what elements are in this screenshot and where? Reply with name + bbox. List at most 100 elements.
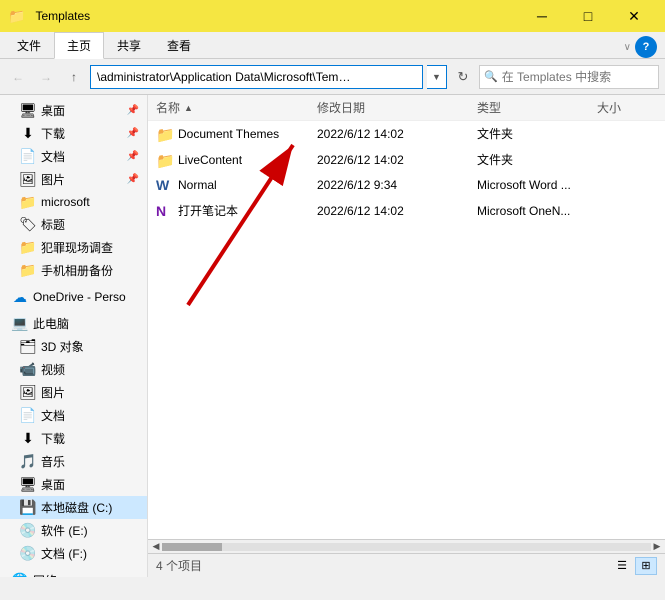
sidebar-item-pics[interactable]: 🖼 图片 📌 (0, 168, 147, 191)
refresh-button[interactable]: ↻ (451, 65, 475, 89)
col-size[interactable]: 大小 (597, 99, 657, 116)
column-headers: 名称 ▲ 修改日期 类型 大小 (148, 95, 665, 121)
folder-icon-0: 📁 (156, 126, 172, 142)
desk2-icon: 🖥 (20, 477, 36, 493)
file-item-1[interactable]: 📁 LiveContent 2022/6/12 14:02 文件夹 (148, 147, 665, 173)
folder-icon-1: 📁 (156, 152, 172, 168)
status-bar: 4 个项目 ☰ ⊞ (148, 553, 665, 577)
forward-button[interactable]: → (34, 65, 58, 89)
content-area: 名称 ▲ 修改日期 类型 大小 📁 Doc (148, 95, 665, 539)
onedrive-icon: ☁ (12, 289, 28, 305)
sidebar-item-phone[interactable]: 📁 手机相册备份 (0, 259, 147, 282)
col-type[interactable]: 类型 (477, 99, 597, 116)
main-area: 🖥 桌面 📌 ⬇ 下载 📌 📄 文档 📌 🖼 图片 📌 📁 microsoft … (0, 95, 665, 577)
sidebar-item-desk2[interactable]: 🖥 桌面 (0, 473, 147, 496)
sidebar-item-pic2[interactable]: 🖼 图片 (0, 381, 147, 404)
sidebar-item-dl2[interactable]: ⬇ 下载 (0, 427, 147, 450)
tab-file[interactable]: 文件 (4, 32, 54, 58)
sidebar-item-network[interactable]: 🌐 网络 (0, 569, 147, 577)
search-icon: 🔍 (484, 70, 498, 83)
sidebar-item-crime[interactable]: 📁 犯罪现场调查 (0, 236, 147, 259)
driveF-icon: 💿 (20, 546, 36, 562)
ribbon-tabs: 文件 主页 共享 查看 ∨ ? (0, 32, 665, 58)
doc2-icon: 📄 (20, 408, 36, 424)
ribbon: 文件 主页 共享 查看 ∨ ? (0, 32, 665, 59)
word-icon: W (156, 177, 172, 193)
dl2-icon: ⬇ (20, 431, 36, 447)
sidebar: 🖥 桌面 📌 ⬇ 下载 📌 📄 文档 📌 🖼 图片 📌 📁 microsoft … (0, 95, 148, 577)
pic2-icon: 🖼 (20, 385, 36, 401)
address-bar: ← → ↑ \administrator\Application Data\Mi… (0, 59, 665, 95)
folder-ms-icon: 📁 (20, 194, 36, 210)
large-icon-view-button[interactable]: ⊞ (635, 557, 657, 575)
maximize-button[interactable]: □ (565, 0, 611, 32)
title-buttons: ─ □ ✕ (519, 0, 657, 32)
pin-icon-dl: 📌 (127, 128, 139, 139)
address-path: \administrator\Application Data\Microsof… (97, 70, 357, 84)
tab-view[interactable]: 查看 (154, 32, 204, 58)
sidebar-item-doc2[interactable]: 📄 文档 (0, 404, 147, 427)
driveC-icon: 💾 (20, 500, 36, 516)
sidebar-item-3d[interactable]: 🗂 3D 对象 (0, 335, 147, 358)
sidebar-item-driveE[interactable]: 💿 软件 (E:) (0, 519, 147, 542)
sidebar-item-desktop[interactable]: 🖥 桌面 📌 (0, 99, 147, 122)
driveE-icon: 💿 (20, 523, 36, 539)
title-bar-controls: 📁 (8, 8, 25, 25)
details-view-button[interactable]: ☰ (611, 557, 633, 575)
window-title: Templates (31, 9, 513, 23)
horizontal-scrollbar[interactable]: ◀ ▶ (148, 539, 665, 553)
pin-icon-pics: 📌 (127, 174, 139, 185)
sidebar-item-onedrive[interactable]: ☁ OneDrive - Perso (0, 286, 147, 308)
sidebar-item-download[interactable]: ⬇ 下载 📌 (0, 122, 147, 145)
col-date[interactable]: 修改日期 (317, 99, 477, 116)
tag-icon: 🏷 (20, 217, 36, 233)
content-wrapper: 名称 ▲ 修改日期 类型 大小 📁 Doc (148, 95, 665, 577)
back-button[interactable]: ← (6, 65, 30, 89)
sidebar-item-driveC[interactable]: 💾 本地磁盘 (C:) (0, 496, 147, 519)
folder-crime-icon: 📁 (20, 240, 36, 256)
docs-icon: 📄 (20, 149, 36, 165)
close-button[interactable]: ✕ (611, 0, 657, 32)
pin-icon-docs: 📌 (127, 151, 139, 162)
file-name-2: W Normal (156, 177, 317, 193)
scroll-track[interactable] (162, 543, 651, 551)
scroll-right-arrow[interactable]: ▶ (651, 541, 663, 553)
scroll-thumb[interactable] (162, 543, 222, 551)
col-name[interactable]: 名称 ▲ (156, 99, 317, 116)
desktop-icon: 🖥 (20, 103, 36, 119)
thispc-icon: 💻 (12, 316, 28, 332)
app-icon: 📁 (8, 8, 25, 25)
sidebar-item-docs[interactable]: 📄 文档 📌 (0, 145, 147, 168)
scroll-left-arrow[interactable]: ◀ (150, 541, 162, 553)
pics-icon: 🖼 (20, 172, 36, 188)
sidebar-item-video[interactable]: 📹 视频 (0, 358, 147, 381)
folder-phone-icon: 📁 (20, 263, 36, 279)
file-item-0[interactable]: 📁 Document Themes 2022/6/12 14:02 文件夹 (148, 121, 665, 147)
item-count: 4 个项目 (156, 557, 202, 574)
help-button[interactable]: ? (635, 36, 657, 58)
sidebar-item-microsoft[interactable]: 📁 microsoft (0, 191, 147, 213)
music-icon: 🎵 (20, 454, 36, 470)
pin-icon: 📌 (127, 105, 139, 116)
file-item-3[interactable]: N 打开笔记本 2022/6/12 14:02 Microsoft OneN..… (148, 198, 665, 224)
file-item-2[interactable]: W Normal 2022/6/12 9:34 Microsoft Word .… (148, 173, 665, 198)
download-icon: ⬇ (20, 126, 36, 142)
sidebar-item-music[interactable]: 🎵 音乐 (0, 450, 147, 473)
sidebar-item-label[interactable]: 🏷 标题 (0, 213, 147, 236)
up-button[interactable]: ↑ (62, 65, 86, 89)
sidebar-item-driveF[interactable]: 💿 文档 (F:) (0, 542, 147, 565)
search-input[interactable] (502, 70, 654, 84)
tab-share[interactable]: 共享 (104, 32, 154, 58)
sidebar-item-thispc[interactable]: 💻 此电脑 (0, 312, 147, 335)
file-name-1: 📁 LiveContent (156, 152, 317, 168)
file-name-3: N 打开笔记本 (156, 202, 317, 219)
sort-arrow: ▲ (184, 103, 193, 113)
address-input[interactable]: \administrator\Application Data\Microsof… (90, 65, 423, 89)
tab-home[interactable]: 主页 (54, 32, 104, 59)
minimize-button[interactable]: ─ (519, 0, 565, 32)
address-dropdown[interactable]: ▼ (427, 65, 447, 89)
search-box: 🔍 (479, 65, 659, 89)
view-buttons: ☰ ⊞ (611, 557, 657, 575)
file-list: 📁 Document Themes 2022/6/12 14:02 文件夹 📁 … (148, 121, 665, 539)
title-bar: 📁 Templates ─ □ ✕ (0, 0, 665, 32)
